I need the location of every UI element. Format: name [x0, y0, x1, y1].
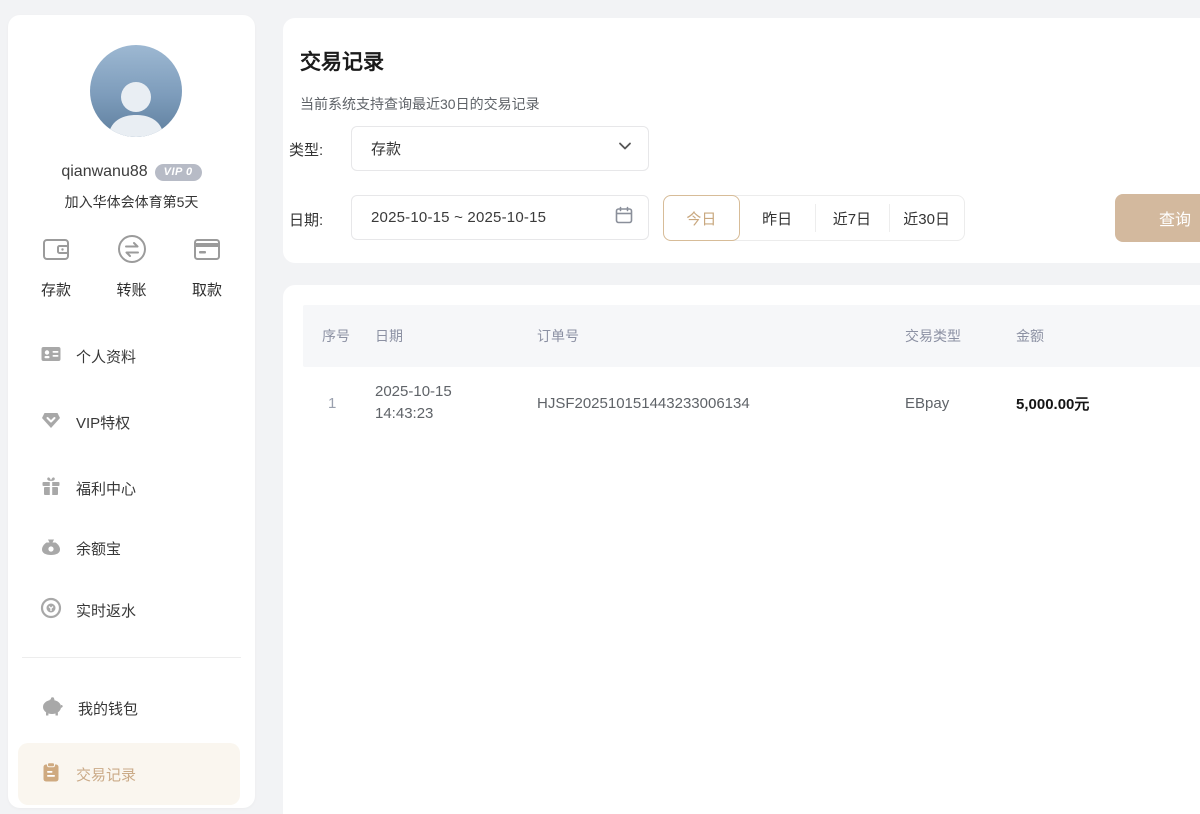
- withdraw-button[interactable]: 取款: [171, 233, 243, 300]
- coin-icon: [40, 597, 62, 624]
- piggy-bank-icon: [40, 695, 64, 722]
- money-bag-icon: [40, 535, 62, 562]
- row-datetime: 2025-10-15 14:43:23: [375, 367, 452, 439]
- sidebar-item-profile[interactable]: 个人资料: [18, 336, 240, 376]
- sidebar-item-rebate[interactable]: 实时返水: [18, 590, 240, 630]
- range-7days-button[interactable]: 近7日: [815, 196, 890, 240]
- gift-icon: [40, 475, 62, 502]
- wallet-icon: [40, 233, 72, 270]
- calendar-icon: [614, 205, 634, 230]
- chevron-down-icon: [616, 137, 634, 160]
- deposit-button[interactable]: 存款: [20, 233, 92, 300]
- transfer-icon: [116, 233, 148, 270]
- column-header-type: 交易类型: [905, 305, 961, 367]
- page-subtitle: 当前系统支持查询最近30日的交易记录: [300, 94, 540, 114]
- column-header-amount: 金额: [1016, 305, 1044, 367]
- column-header-index: 序号: [322, 305, 350, 367]
- column-header-order-no: 订单号: [537, 305, 579, 367]
- column-header-date: 日期: [375, 305, 403, 367]
- quick-actions: 存款 转账 取款: [20, 233, 243, 300]
- sidebar-item-label: 余额宝: [76, 538, 121, 559]
- sidebar-item-yuebao[interactable]: 余额宝: [18, 528, 240, 568]
- row-type: EBpay: [905, 367, 949, 439]
- range-30days-button[interactable]: 近30日: [889, 196, 964, 240]
- row-amount: 5,000.00元: [1016, 367, 1089, 439]
- sidebar-item-label: VIP特权: [76, 412, 130, 433]
- sidebar-item-label: 个人资料: [76, 346, 136, 367]
- range-today-button[interactable]: 今日: [663, 195, 740, 241]
- range-yesterday-button[interactable]: 昨日: [740, 196, 815, 240]
- sidebar-item-wallet[interactable]: 我的钱包: [18, 688, 240, 728]
- sidebar-item-transactions[interactable]: 交易记录: [18, 743, 240, 805]
- type-label: 类型:: [289, 139, 323, 160]
- sidebar-item-label: 我的钱包: [78, 698, 138, 719]
- vip-heart-icon: [40, 409, 62, 436]
- sidebar-item-label: 交易记录: [76, 764, 136, 785]
- withdraw-label: 取款: [192, 279, 222, 300]
- username: qianwanu88: [61, 163, 147, 181]
- deposit-label: 存款: [41, 279, 71, 300]
- row-time: 14:43:23: [375, 403, 433, 425]
- bankcard-icon: [191, 233, 223, 270]
- table-header-row: 序号 日期 订单号 交易类型 金额: [303, 305, 1200, 367]
- sidebar-item-vip[interactable]: VIP特权: [18, 402, 240, 442]
- sidebar-item-label: 实时返水: [76, 600, 136, 621]
- date-label: 日期:: [289, 209, 323, 230]
- row-date: 2025-10-15: [375, 381, 452, 403]
- join-days-text: 加入华体会体育第5天: [8, 192, 255, 212]
- avatar[interactable]: [90, 45, 182, 137]
- vip-badge: VIP 0: [155, 164, 202, 181]
- row-index: 1: [328, 367, 336, 439]
- date-range-input[interactable]: 2025-10-15 ~ 2025-10-15: [351, 195, 649, 240]
- page-title: 交易记录: [300, 46, 384, 76]
- type-select-value: 存款: [371, 138, 616, 159]
- id-card-icon: [40, 343, 62, 370]
- transfer-button[interactable]: 转账: [96, 233, 168, 300]
- type-select[interactable]: 存款: [351, 126, 649, 171]
- table-row: 1 2025-10-15 14:43:23 HJSF20251015144323…: [303, 367, 1200, 439]
- quick-range-group: 今日 昨日 近7日 近30日: [663, 195, 965, 241]
- transactions-table-card: 序号 日期 订单号 交易类型 金额 1 2025-10-15 14:43:23 …: [283, 285, 1200, 814]
- date-range-value: 2025-10-15 ~ 2025-10-15: [371, 209, 614, 226]
- row-order-no: HJSF202510151443233006134: [537, 367, 750, 439]
- query-button[interactable]: 查询: [1115, 194, 1200, 242]
- transfer-label: 转账: [116, 279, 146, 300]
- sidebar-divider: [22, 657, 241, 658]
- clipboard-icon: [40, 761, 62, 788]
- person-silhouette-icon: [100, 75, 172, 137]
- sidebar: qianwanu88 VIP 0 加入华体会体育第5天 存款: [8, 15, 255, 808]
- filter-panel: 交易记录 当前系统支持查询最近30日的交易记录 类型: 存款 日期: 2025-…: [283, 18, 1200, 263]
- sidebar-item-welfare[interactable]: 福利中心: [18, 468, 240, 508]
- sidebar-item-label: 福利中心: [76, 478, 136, 499]
